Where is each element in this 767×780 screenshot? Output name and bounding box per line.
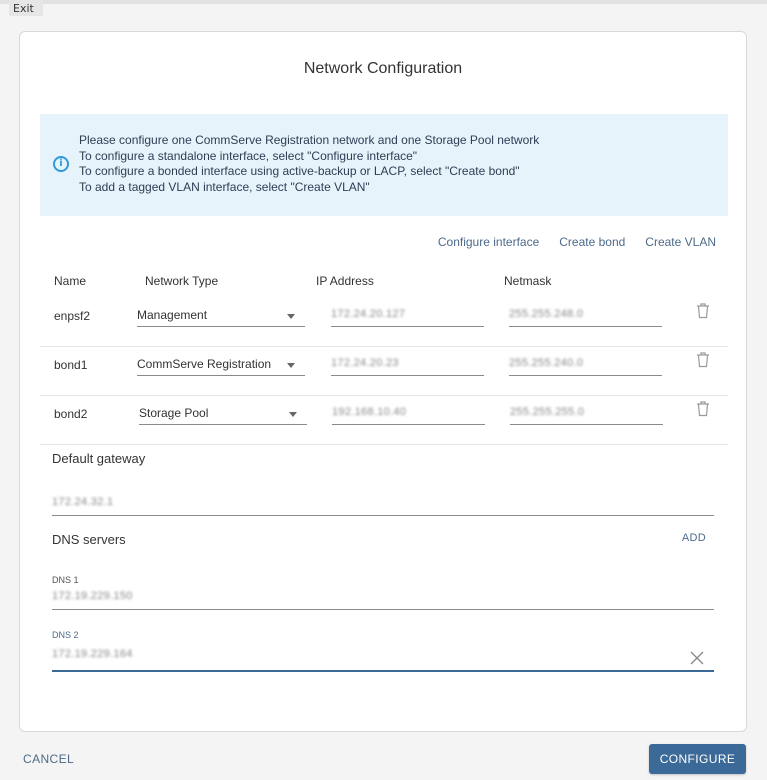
- delete-trash-icon[interactable]: [696, 401, 710, 417]
- dns2-value: 172.19.229.164: [52, 648, 133, 660]
- dns1-value: 172.19.229.150: [52, 590, 133, 602]
- delete-trash-icon[interactable]: [696, 352, 710, 368]
- info-line: To configure a standalone interface, sel…: [79, 148, 418, 163]
- netmask-field[interactable]: 255.255.240.0: [509, 354, 662, 376]
- network-type-value: CommServe Registration: [137, 357, 272, 371]
- ip-address-field[interactable]: 172.24.20.23: [331, 354, 484, 376]
- dns1-label: DNS 1: [52, 575, 79, 585]
- network-type-select[interactable]: CommServe Registration: [137, 354, 305, 376]
- dns2-label: DNS 2: [52, 630, 79, 640]
- netmask-value: 255.255.248.0: [509, 308, 584, 320]
- interface-actions: Configure interface Create bond Create V…: [438, 235, 716, 249]
- netmask-value: 255.255.240.0: [509, 357, 584, 369]
- network-type-value: Management: [137, 308, 208, 322]
- clear-icon[interactable]: [689, 650, 705, 666]
- top-bar: [0, 0, 767, 4]
- ip-address-field[interactable]: 172.24.20.127: [331, 305, 484, 327]
- ip-address-value: 192.168.10.40: [332, 406, 407, 418]
- dialog-title: Network Configuration: [303, 60, 463, 77]
- table-row: bond1 CommServe Registration 172.24.20.2…: [40, 348, 728, 396]
- create-bond-link[interactable]: Create bond: [559, 235, 625, 249]
- interface-name: enpsf2: [54, 309, 91, 323]
- info-line: Please configure one CommServe Registrat…: [79, 133, 540, 147]
- default-gateway-label: Default gateway: [52, 451, 146, 466]
- table-row: bond2 Storage Pool 192.168.10.40 255.255…: [40, 397, 728, 445]
- cancel-button[interactable]: CANCEL: [23, 752, 74, 766]
- column-header-name: Name: [54, 274, 87, 288]
- column-header-network-type: Network Type: [145, 274, 219, 288]
- column-header-ip-address: IP Address: [316, 274, 374, 288]
- ip-address-field[interactable]: 192.168.10.40: [332, 403, 485, 425]
- interface-name: bond2: [54, 407, 88, 421]
- interface-name: bond1: [54, 358, 88, 372]
- ip-address-value: 172.24.20.127: [331, 308, 406, 320]
- create-vlan-link[interactable]: Create VLAN: [645, 235, 716, 249]
- dns2-field[interactable]: 172.19.229.164: [52, 648, 714, 672]
- delete-trash-icon[interactable]: [696, 303, 710, 319]
- info-line: To configure a bonded interface using ac…: [79, 164, 520, 178]
- table-row: enpsf2 Management 172.24.20.127 255.255.…: [40, 299, 728, 347]
- dns1-field[interactable]: 172.19.229.150: [52, 590, 714, 610]
- dropdown-caret-icon: [287, 363, 295, 368]
- dns-servers-label: DNS servers: [52, 532, 126, 547]
- network-type-value: Storage Pool: [139, 406, 209, 420]
- default-gateway-field[interactable]: 172.24.32.1: [52, 496, 714, 516]
- netmask-field[interactable]: 255.255.255.0: [510, 403, 663, 425]
- default-gateway-value: 172.24.32.1: [52, 496, 114, 508]
- info-banner: i Please configure one CommServe Registr…: [40, 114, 728, 216]
- dropdown-caret-icon: [289, 412, 297, 417]
- exit-button[interactable]: Exit: [9, 0, 43, 16]
- info-line: To add a tagged VLAN interface, select "…: [79, 179, 370, 194]
- netmask-field[interactable]: 255.255.248.0: [509, 305, 662, 327]
- configure-button[interactable]: CONFIGURE: [649, 744, 746, 774]
- info-circle-icon: i: [53, 156, 69, 172]
- network-configuration-dialog: Network Configuration i Please configure…: [19, 31, 747, 732]
- netmask-value: 255.255.255.0: [510, 406, 585, 418]
- dropdown-caret-icon: [287, 314, 295, 319]
- network-type-select[interactable]: Management: [137, 305, 305, 327]
- add-dns-button[interactable]: ADD: [682, 532, 706, 544]
- column-header-netmask: Netmask: [504, 274, 552, 288]
- ip-address-value: 172.24.20.23: [331, 357, 399, 369]
- network-type-select[interactable]: Storage Pool: [139, 403, 307, 425]
- configure-interface-link[interactable]: Configure interface: [438, 235, 539, 249]
